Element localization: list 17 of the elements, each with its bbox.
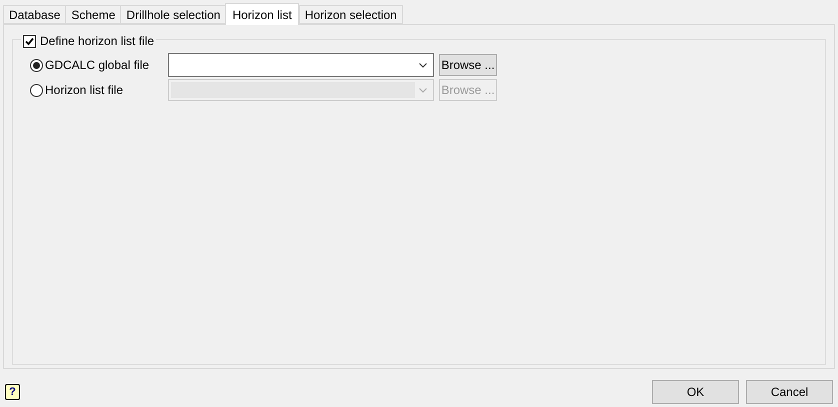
checkbox-label: Define horizon list file [40,33,154,50]
dialog-button[interactable]: OK [652,380,739,404]
tab[interactable]: Drillhole selection [120,5,226,24]
dialog-button[interactable]: Cancel [746,380,833,404]
tab[interactable]: Horizon selection [298,5,403,24]
checkbox[interactable] [23,34,36,48]
caret-icon [419,88,427,92]
tab[interactable]: Database [3,5,66,24]
tab[interactable]: Scheme [65,5,120,24]
help-icon[interactable]: ? [5,384,20,400]
radio-button[interactable] [30,58,43,72]
caret-icon [419,62,427,68]
tab[interactable]: Horizon list [225,3,299,25]
combo-box[interactable] [168,53,434,77]
browse-button[interactable]: Browse ... [439,54,497,76]
radio-label: Horizon list file [45,82,124,99]
radio-label: GDCALC global file [45,57,150,74]
